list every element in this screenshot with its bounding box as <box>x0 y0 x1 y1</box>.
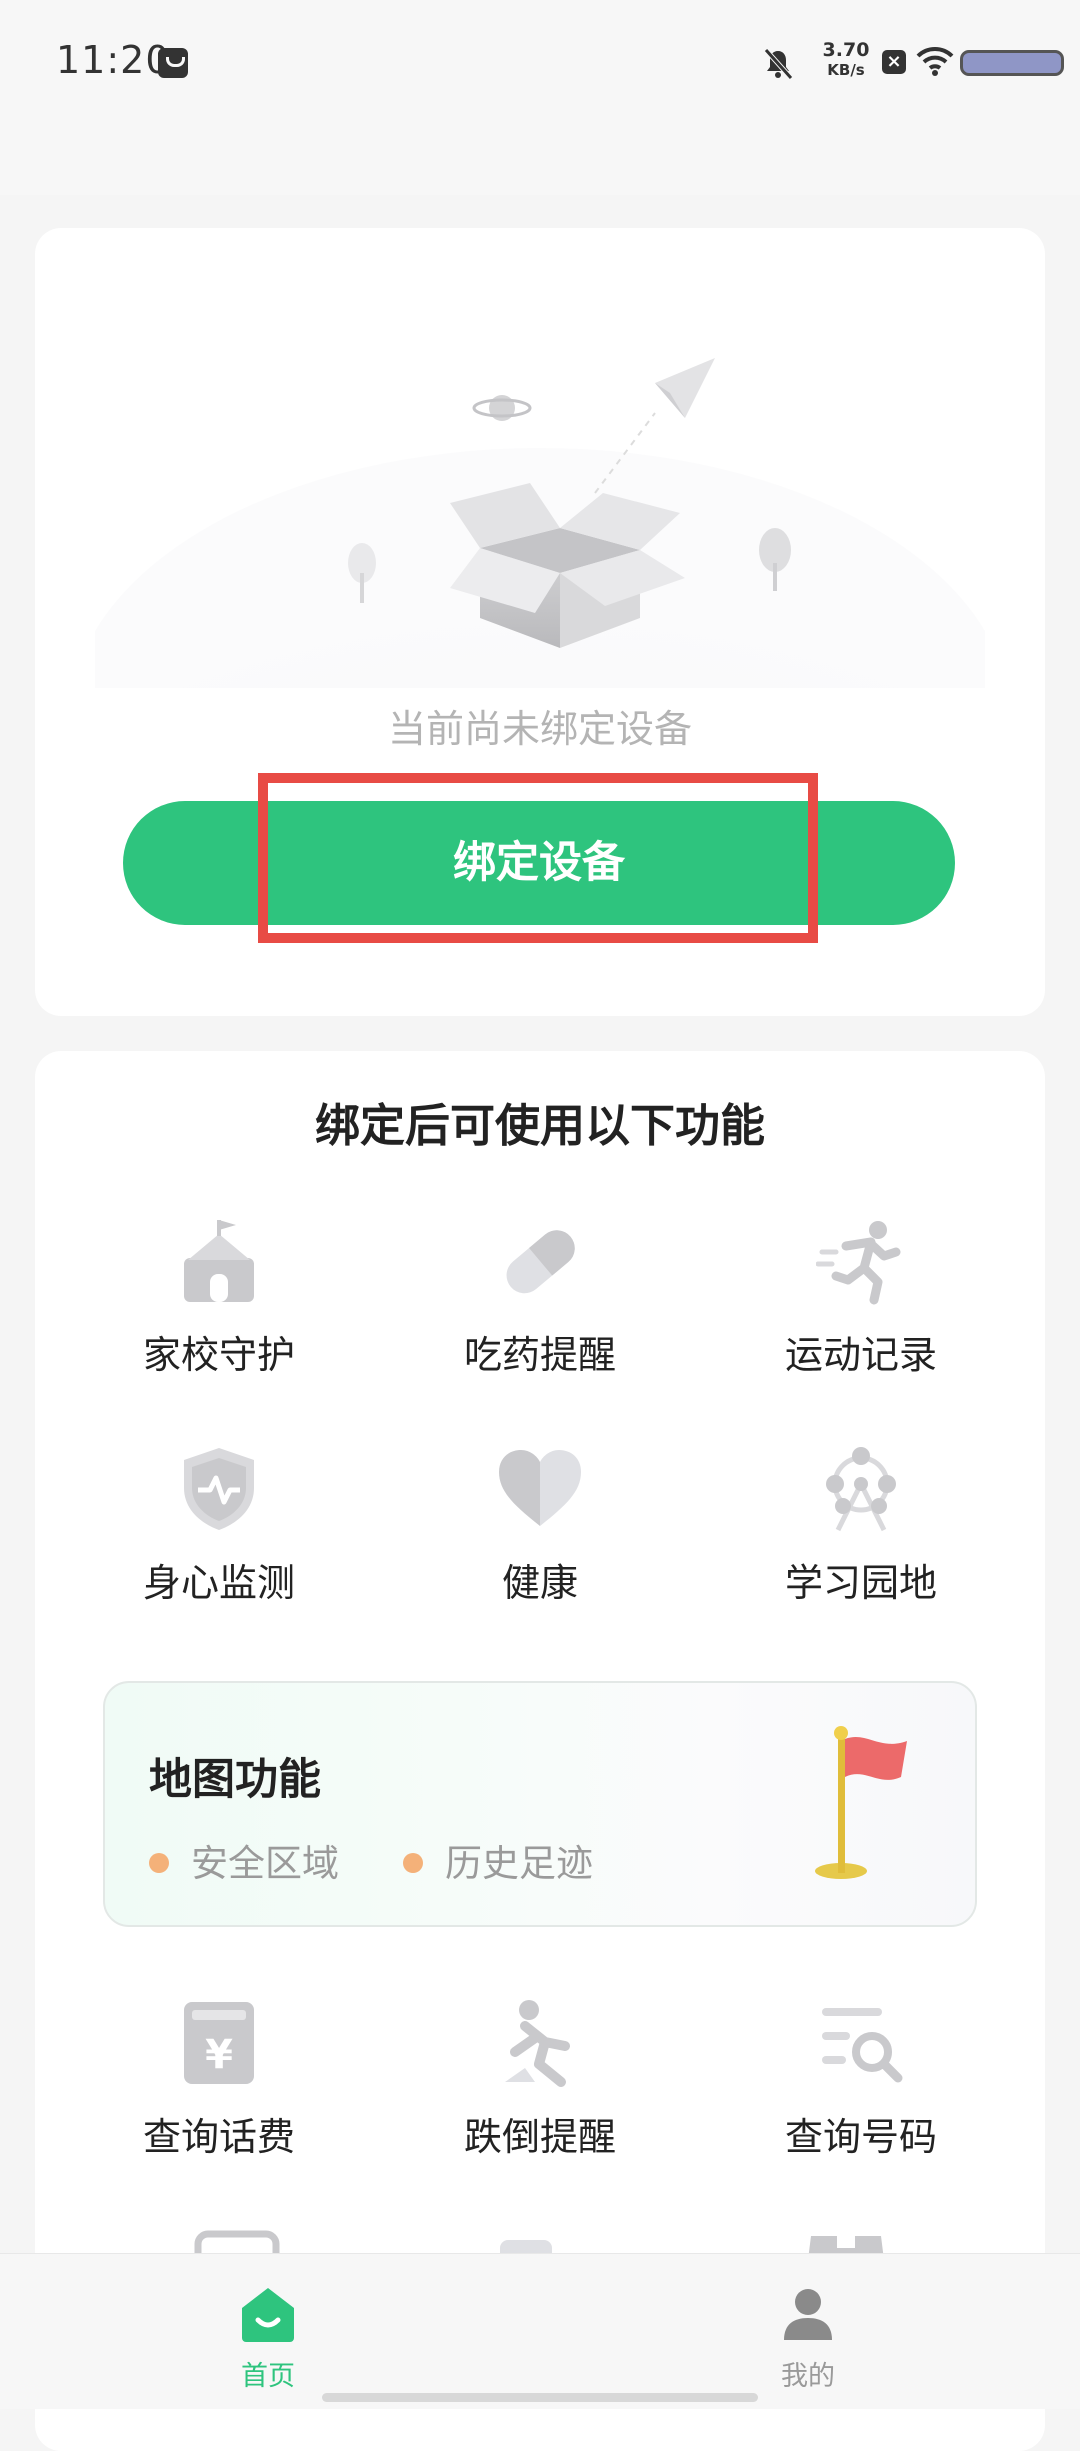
feature-query-number[interactable]: 查询号码 <box>711 1998 1011 2178</box>
network-speed-value: 3.70 <box>822 39 870 61</box>
map-function-card[interactable]: 地图功能 安全区域 历史足迹 <box>103 1681 977 1927</box>
yuan-bill-icon: ¥ <box>184 2002 254 2084</box>
device-binding-card: 当前尚未绑定设备 绑定设备 <box>35 228 1045 1016</box>
bottom-navigation: 首页 我的 <box>0 2253 1080 2409</box>
feature-label: 身心监测 <box>142 1561 295 1605</box>
network-speed: 3.70 KB/s <box>818 40 874 80</box>
heart-icon <box>499 1450 581 1526</box>
running-icon <box>816 1221 901 1305</box>
feature-mind-body-monitor[interactable]: 身心监测 <box>69 1444 369 1624</box>
feature-sport-record[interactable]: 运动记录 <box>711 1216 1011 1396</box>
empty-box-illustration <box>95 358 985 688</box>
feature-label: 运动记录 <box>784 1333 937 1377</box>
nav-mine-label: 我的 <box>781 2361 835 2392</box>
flag-icon <box>815 1726 907 1879</box>
feature-query-balance[interactable]: ¥ 查询话费 <box>69 1998 369 2178</box>
map-tag-history: 历史足迹 <box>403 1833 593 1887</box>
ferris-wheel-icon <box>826 1447 896 1532</box>
message-notification-icon <box>158 48 188 78</box>
status-icons: 3.70 KB/s × <box>760 40 1080 90</box>
feature-fall-reminder[interactable]: 跌倒提醒 <box>390 1998 690 2178</box>
school-icon <box>184 1220 254 1302</box>
home-icon <box>242 2288 294 2342</box>
map-title: 地图功能 <box>149 1755 321 1805</box>
nav-home-label: 首页 <box>241 2361 295 2392</box>
map-tag-label: 安全区域 <box>191 1842 339 1885</box>
feature-label: 查询号码 <box>784 2115 937 2159</box>
fall-person-icon <box>505 2000 570 2087</box>
nav-mine[interactable]: 我的 <box>708 2254 908 2409</box>
features-title: 绑定后可使用以下功能 <box>314 1099 765 1152</box>
user-icon <box>784 2289 832 2340</box>
feature-label: 家校守护 <box>142 1333 295 1377</box>
bind-device-button[interactable]: 绑定设备 <box>123 801 955 925</box>
close-notification-icon: × <box>882 50 906 74</box>
battery-icon <box>960 50 1064 76</box>
feature-label: 学习园地 <box>784 1561 937 1605</box>
status-time: 11:20 <box>56 38 171 82</box>
feature-label: 吃药提醒 <box>463 1333 616 1377</box>
feature-label: 查询话费 <box>142 2115 295 2159</box>
feature-label: 健康 <box>501 1561 578 1605</box>
wifi-icon <box>916 46 954 76</box>
feature-label: 跌倒提醒 <box>463 2115 616 2159</box>
pill-icon <box>506 1230 575 1294</box>
svg-text:¥: ¥ <box>205 2032 233 2078</box>
feature-learning-garden[interactable]: 学习园地 <box>711 1444 1011 1624</box>
map-tag-safe-zone: 安全区域 <box>149 1833 339 1887</box>
feature-health[interactable]: 健康 <box>390 1444 690 1624</box>
nav-home[interactable]: 首页 <box>168 2254 368 2409</box>
network-speed-unit: KB/s <box>827 61 865 79</box>
shield-heartbeat-icon <box>184 1448 254 1530</box>
status-bar: 11:20 3.70 KB/s × <box>0 0 1080 195</box>
features-card: 绑定后可使用以下功能 家校守护 吃药提醒 运动记录 身心监测 健康 学习园地 地… <box>35 1051 1045 2451</box>
home-indicator[interactable] <box>322 2393 758 2402</box>
tag-dot <box>149 1852 169 1873</box>
search-list-icon <box>822 2008 903 2083</box>
tag-dot <box>403 1852 423 1873</box>
feature-school-guard[interactable]: 家校守护 <box>69 1216 369 1396</box>
no-device-text: 当前尚未绑定设备 <box>387 707 692 751</box>
map-tag-label: 历史足迹 <box>445 1842 593 1885</box>
bell-muted-icon <box>764 48 793 80</box>
feature-medicine-reminder[interactable]: 吃药提醒 <box>390 1216 690 1396</box>
